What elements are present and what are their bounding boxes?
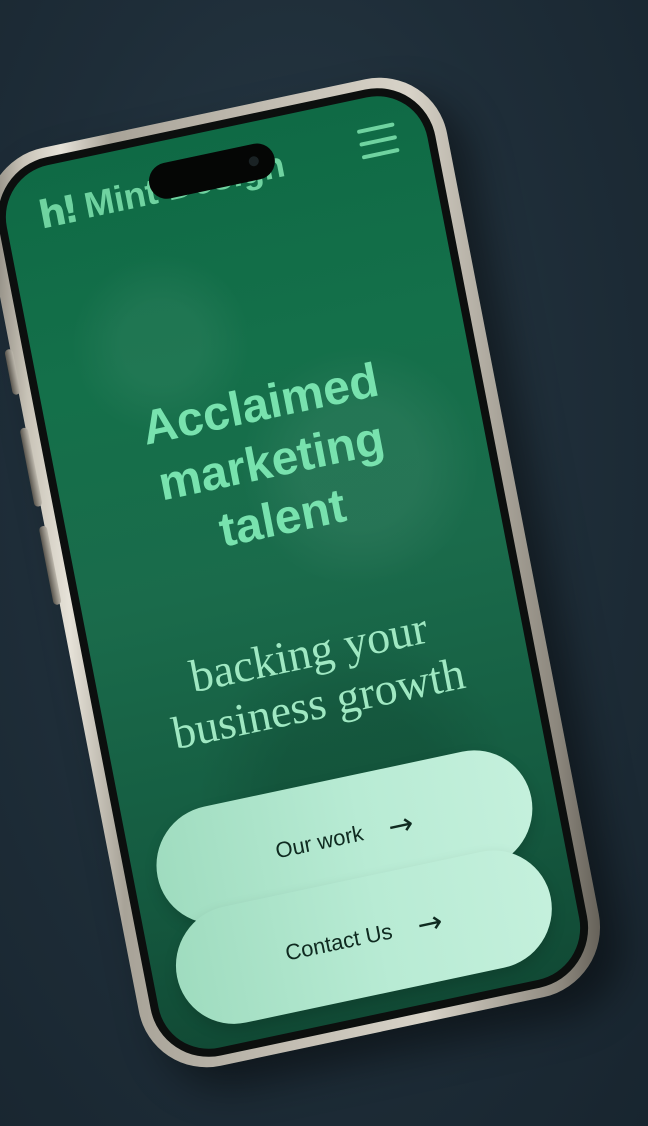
camera-lens (247, 155, 260, 168)
menu-line (359, 134, 398, 147)
logo-mark-icon: h! (35, 186, 80, 238)
arrow-right-icon: → (414, 903, 446, 943)
our-work-label: Our work (273, 820, 366, 864)
arrow-right-icon: → (385, 805, 417, 845)
contact-us-label: Contact Us (283, 918, 395, 966)
